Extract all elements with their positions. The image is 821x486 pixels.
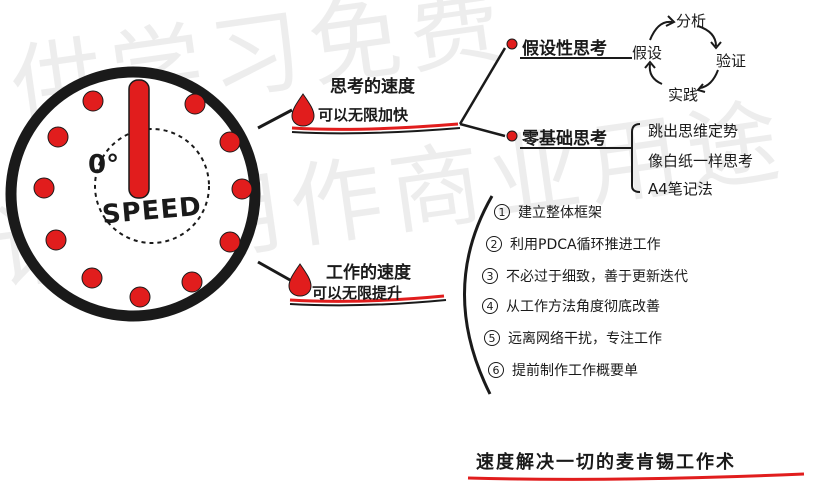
- footer-title: 速度解决一切的麦肯锡工作术: [476, 452, 736, 473]
- work-list-item: 2 利用PDCA循环推进工作: [486, 234, 661, 254]
- item-number: 5: [484, 330, 500, 346]
- thinking-speed-title: 思考的速度: [330, 77, 415, 97]
- clock-zero-label: 0°: [88, 150, 120, 180]
- item-text: 远离网络干扰，专注工作: [508, 331, 662, 347]
- work-list-item: 6 提前制作工作概要单: [488, 360, 638, 380]
- zero-based-item: 像白纸一样思考: [648, 152, 754, 170]
- item-text: 从工作方法角度彻底改善: [506, 299, 660, 315]
- work-list-item: 5 远离网络干扰，专注工作: [484, 328, 662, 348]
- item-text: 利用PDCA循环推进工作: [510, 237, 661, 253]
- cycle-verify: 验证: [716, 52, 747, 70]
- work-speed-title: 工作的速度: [326, 263, 411, 283]
- clock-hand: [128, 79, 150, 199]
- hypothesis-thinking-label: 假设性思考: [522, 39, 607, 59]
- zero-based-item: 跳出思维定势: [648, 122, 739, 140]
- clock-icon: [5, 66, 261, 322]
- thinking-speed-subtitle: 可以无限加快: [318, 106, 409, 124]
- cycle-practice: 实践: [668, 86, 699, 104]
- zero-based-thinking-label: 零基础思考: [522, 129, 607, 149]
- item-number: 3: [482, 268, 498, 284]
- work-speed-subtitle: 可以无限提升: [312, 284, 403, 302]
- drop-icon-work: [288, 263, 312, 297]
- item-number: 1: [494, 204, 510, 220]
- cycle-analyze: 分析: [676, 12, 707, 30]
- item-number: 2: [486, 236, 502, 252]
- work-list-item: 4 从工作方法角度彻底改善: [482, 296, 660, 316]
- cycle-hypothesis: 假设: [632, 44, 663, 62]
- work-list-item: 1 建立整体框架: [494, 202, 602, 222]
- item-text: 不必过于细致，善于更新迭代: [506, 269, 688, 285]
- drop-icon-thinking: [291, 93, 315, 127]
- item-number: 4: [482, 298, 498, 314]
- zero-based-item: A4笔记法: [648, 180, 713, 198]
- item-text: 建立整体框架: [518, 205, 602, 221]
- item-number: 6: [488, 362, 504, 378]
- item-text: 提前制作工作概要单: [512, 363, 638, 379]
- work-list-item: 3 不必过于细致，善于更新迭代: [482, 266, 688, 286]
